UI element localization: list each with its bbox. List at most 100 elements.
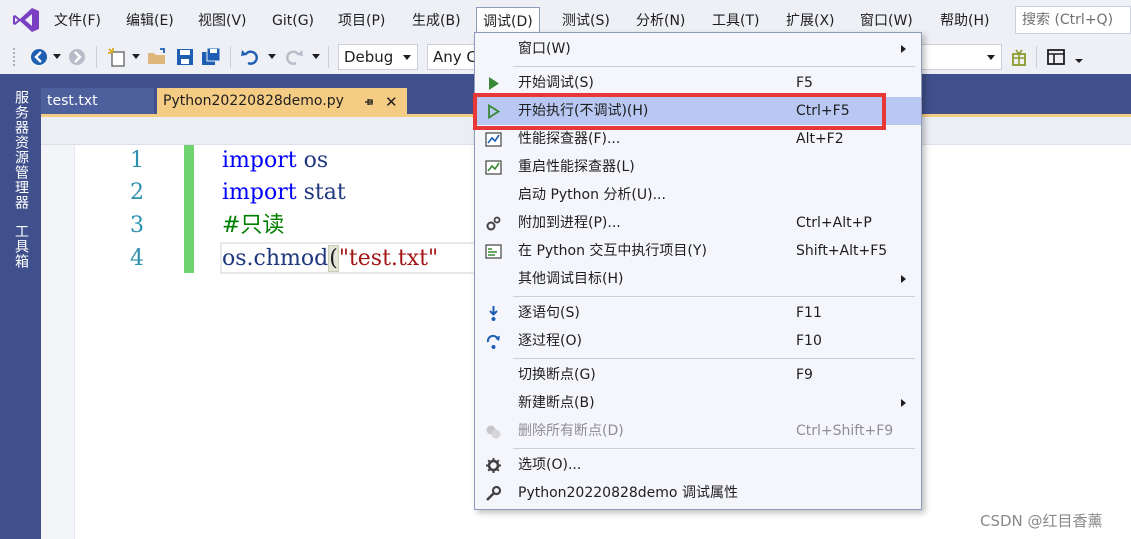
menu-item-label: 启动 Python 分析(U)...	[518, 187, 666, 203]
layout-window-icon[interactable]	[1045, 46, 1067, 68]
package-icon[interactable]	[1008, 46, 1030, 68]
menu-separator	[513, 358, 915, 359]
line-number: 1	[130, 148, 144, 173]
menu-item-other-debug-targets[interactable]: 其他调试目标(H)	[475, 265, 921, 293]
close-icon[interactable]: ✕	[385, 95, 398, 110]
identifier: stat	[296, 180, 346, 205]
code-line[interactable]: os.chmod("test.txt"	[222, 243, 438, 275]
menu-item-label: Python20220828demo 调试属性	[518, 485, 738, 501]
menu-file[interactable]: 文件(F)	[54, 10, 101, 32]
menu-item-relaunch-profiler[interactable]: 重启性能探查器(L)	[475, 153, 921, 181]
step-over-icon	[486, 334, 500, 349]
toolbar-separator	[96, 46, 97, 68]
line-number: 4	[130, 246, 144, 271]
menu-project[interactable]: 项目(P)	[338, 10, 385, 32]
toolbar-grip[interactable]	[12, 47, 16, 67]
save-icon[interactable]	[174, 46, 196, 68]
new-project-icon[interactable]	[106, 46, 128, 68]
submenu-arrow-icon	[901, 45, 906, 53]
watermark: CSDN @红目香薰	[980, 512, 1103, 530]
menu-item-label: 删除所有断点(D)	[518, 423, 624, 439]
identifier: os	[296, 148, 329, 173]
menu-item-label: 其他调试目标(H)	[518, 271, 624, 287]
redo-icon[interactable]	[282, 46, 304, 68]
toolbox-tab[interactable]: 工具箱	[11, 224, 31, 269]
menu-analyze[interactable]: 分析(N)	[636, 10, 685, 32]
interactive-window-icon	[485, 244, 502, 259]
undo-dropdown-icon[interactable]	[268, 54, 276, 59]
profiler-restart-icon	[485, 160, 502, 175]
code-line[interactable]: #只读	[222, 210, 284, 242]
undo-icon[interactable]	[240, 46, 262, 68]
menu-tools[interactable]: 工具(T)	[712, 10, 759, 32]
navigate-forward-icon[interactable]	[66, 46, 88, 68]
visual-studio-logo-icon	[13, 8, 39, 32]
menu-item-execute-in-interactive[interactable]: 在 Python 交互中执行项目(Y) Shift+Alt+F5	[475, 237, 921, 265]
menu-item-new-breakpoint[interactable]: 新建断点(B)	[475, 389, 921, 417]
highlight-annotation-box	[473, 93, 886, 130]
menu-window[interactable]: 窗口(W)	[860, 10, 913, 32]
menu-item-label: 切换断点(G)	[518, 367, 596, 383]
chevron-down-icon	[987, 55, 995, 60]
menu-item-label: 在 Python 交互中执行项目(Y)	[518, 243, 707, 259]
menu-test[interactable]: 测试(S)	[562, 10, 610, 32]
navigate-back-icon[interactable]	[28, 46, 50, 68]
open-folder-icon[interactable]	[146, 46, 168, 68]
menu-build[interactable]: 生成(B)	[412, 10, 461, 32]
menu-separator	[513, 448, 915, 449]
menu-git[interactable]: Git(G)	[272, 10, 314, 32]
menu-item-toggle-breakpoint[interactable]: 切换断点(G) F9	[475, 361, 921, 389]
customize-dropdown-icon[interactable]	[1075, 59, 1083, 63]
menu-item-label: 附加到进程(P)...	[518, 215, 621, 231]
menu-item-window[interactable]: 窗口(W)	[475, 35, 921, 63]
tool-window-strip: 服务器资源管理器 工具箱	[0, 82, 41, 539]
menu-item-step-over[interactable]: 逐过程(O) F10	[475, 327, 921, 355]
editor-margin	[41, 145, 75, 539]
search-input[interactable]: 搜索 (Ctrl+Q)	[1015, 6, 1131, 34]
menu-help[interactable]: 帮助(H)	[940, 10, 989, 32]
chevron-down-icon	[403, 55, 411, 60]
menu-item-shortcut: Ctrl+Alt+P	[796, 215, 872, 231]
menu-edit[interactable]: 编辑(E)	[126, 10, 174, 32]
string-literal: "test.txt"	[338, 246, 439, 271]
menu-item-label: 重启性能探查器(L)	[518, 159, 635, 175]
menu-item-label: 新建断点(B)	[518, 395, 595, 411]
menu-item-options[interactable]: 选项(O)...	[475, 451, 921, 479]
server-explorer-tab[interactable]: 服务器资源管理器	[11, 90, 31, 210]
platform-value: Any C	[433, 48, 477, 66]
new-dropdown-icon[interactable]	[132, 54, 140, 59]
save-all-icon[interactable]	[200, 46, 222, 68]
menu-item-debug-properties[interactable]: Python20220828demo 调试属性	[475, 479, 921, 507]
menu-item-python-profiling[interactable]: 启动 Python 分析(U)...	[475, 181, 921, 209]
menu-extensions[interactable]: 扩展(X)	[786, 10, 835, 32]
tab-test-txt[interactable]: test.txt	[41, 88, 154, 114]
attach-process-icon	[486, 216, 501, 231]
menu-item-shortcut: F9	[796, 367, 813, 383]
submenu-arrow-icon	[901, 399, 906, 407]
keyword: import	[222, 148, 297, 173]
line-number: 3	[130, 213, 144, 238]
menu-item-shortcut: F10	[796, 333, 822, 349]
platform-combo[interactable]: Any C	[427, 44, 477, 70]
toolbar-separator	[230, 46, 231, 68]
menu-view[interactable]: 视图(V)	[198, 10, 247, 32]
back-dropdown-icon[interactable]	[53, 54, 61, 59]
menu-item-shortcut: Shift+Alt+F5	[796, 243, 888, 259]
code-line[interactable]: import stat	[222, 177, 346, 209]
redo-dropdown-icon[interactable]	[312, 54, 320, 59]
menu-item-step-into[interactable]: 逐语句(S) F11	[475, 299, 921, 327]
menu-item-shortcut: F11	[796, 305, 822, 321]
menu-item-label: 选项(O)...	[518, 457, 582, 473]
menu-item-shortcut: Ctrl+Shift+F9	[796, 423, 894, 439]
solution-config-combo[interactable]: Debug	[338, 44, 418, 70]
toolbar-separator	[1036, 46, 1037, 68]
code-line[interactable]: import os	[222, 145, 328, 177]
gear-icon	[486, 458, 501, 473]
menu-item-delete-all-breakpoints[interactable]: 删除所有断点(D) Ctrl+Shift+F9	[475, 417, 921, 445]
menu-item-attach-to-process[interactable]: 附加到进程(P)... Ctrl+Alt+P	[475, 209, 921, 237]
submenu-arrow-icon	[901, 275, 906, 283]
startup-item-combo[interactable]	[920, 44, 1002, 70]
keyword: import	[222, 180, 297, 205]
pin-icon[interactable]	[363, 96, 375, 108]
comment: #只读	[222, 213, 285, 238]
